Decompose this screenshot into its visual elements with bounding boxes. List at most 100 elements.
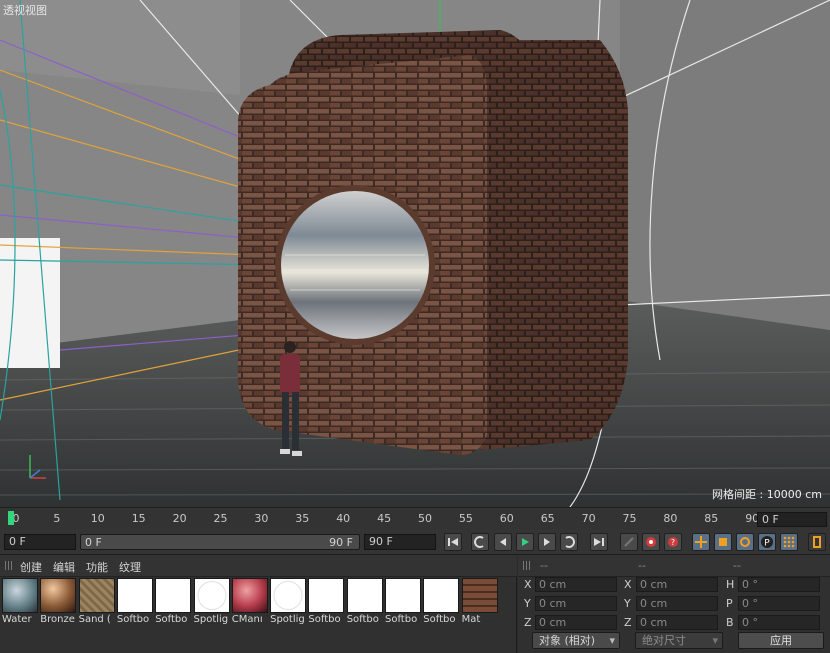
cinema4d-window: 透视视图 网格间距 : 10000 cm 0 5 10 15 20 25 30 35 40 45 5… (0, 0, 830, 653)
coordinate-value-field[interactable]: 0 cm (535, 577, 617, 592)
move-key-button[interactable] (692, 533, 710, 551)
max-frame-field[interactable]: 90 F (364, 534, 436, 550)
brick-material-icon (461, 578, 498, 613)
coordinate-value-field[interactable]: 0 cm (535, 615, 617, 630)
frame-tick-label: 20 (172, 512, 187, 525)
panel-grip-icon[interactable] (5, 561, 14, 570)
material-item[interactable]: Spotlig (193, 577, 232, 625)
frame-tick-label: 40 (336, 512, 351, 525)
material-name: Water (2, 614, 32, 625)
material-name: Sand ( (78, 614, 111, 625)
prev-key-button[interactable] (471, 533, 489, 551)
frame-tick-label: 55 (458, 512, 473, 525)
coordinate-value-field[interactable]: 0 cm (636, 577, 718, 592)
rotate-icon (740, 537, 750, 547)
frame-tick-label: 5 (53, 512, 61, 525)
range-end-label: 90 F (329, 536, 353, 549)
timeline-window-button[interactable] (808, 533, 826, 551)
softbox-material-icon (155, 578, 192, 613)
axis-label: Y (524, 597, 531, 610)
menu-edit[interactable]: 编辑 (53, 559, 75, 575)
material-item[interactable]: Softbo (116, 577, 155, 625)
frame-tick-label: 10 (90, 512, 105, 525)
frame-tick-label: 25 (213, 512, 228, 525)
rotation-header: -- (733, 559, 741, 572)
material-item[interactable]: CManı (231, 577, 270, 625)
frame-ruler[interactable]: 0 5 10 15 20 25 30 35 40 45 50 55 60 65 70 75 80 85 90 (0, 508, 760, 530)
coordinate-value-field[interactable]: 0 ° (738, 596, 820, 611)
material-item[interactable]: Softbo (385, 577, 423, 625)
svg-text:?: ? (671, 538, 675, 547)
size-mode-dropdown[interactable]: 绝对尺寸 ▾ (635, 632, 723, 649)
coordinate-mode-dropdown[interactable]: 对象 (相对) ▾ (532, 632, 620, 649)
go-to-end-button[interactable] (590, 533, 608, 551)
coordinates-header: -- -- -- (518, 555, 830, 577)
coordinate-value-field[interactable]: 0 cm (636, 615, 718, 630)
go-to-start-button[interactable] (444, 533, 462, 551)
transport-bar: 0 F 0 F 90 F 90 F ? P (0, 529, 830, 555)
material-menu-bar: 创建 编辑 功能 纹理 (0, 555, 517, 577)
spotlight-material-icon (270, 578, 307, 613)
apply-button[interactable]: 应用 (738, 632, 824, 649)
material-item[interactable]: Spotlig (270, 577, 308, 625)
material-item[interactable]: Softbo (155, 577, 193, 625)
frame-tick-label: 50 (418, 512, 432, 525)
next-frame-button[interactable] (538, 533, 556, 551)
dope-sheet-button[interactable] (780, 533, 798, 551)
frame-tick-label: 60 (499, 512, 514, 525)
sand-material-icon (78, 578, 115, 613)
material-item[interactable]: Bronze (40, 577, 78, 625)
range-start-label: 0 F (85, 536, 102, 549)
coordinate-value-field[interactable]: 0 cm (636, 596, 718, 611)
softbox-material-icon (423, 578, 460, 613)
axis-label: X (524, 578, 532, 591)
min-frame-field[interactable]: 0 F (4, 534, 76, 550)
position-header: -- (540, 559, 548, 572)
keyframe-selection-button[interactable] (620, 533, 638, 551)
frame-tick-label: 35 (295, 512, 310, 525)
rotate-key-button[interactable] (736, 533, 754, 551)
next-key-button[interactable] (560, 533, 578, 551)
frame-tick-label: 15 (131, 512, 146, 525)
coordinate-value-field[interactable]: 0 ° (738, 615, 820, 630)
axis-label: X (624, 578, 632, 591)
prev-frame-button[interactable] (494, 533, 512, 551)
material-item[interactable]: Softbo (346, 577, 385, 625)
perspective-viewport[interactable]: 透视视图 网格间距 : 10000 cm (0, 0, 830, 507)
menu-create[interactable]: 创建 (20, 559, 42, 575)
key-slash-icon (624, 537, 634, 547)
auto-key-icon: ? (668, 537, 678, 547)
softbox-material-icon (308, 578, 345, 613)
preview-range-slider[interactable]: 0 F 90 F (80, 534, 360, 550)
material-name: Bronze (40, 614, 75, 625)
play-button[interactable] (516, 533, 534, 551)
coordinate-value-field[interactable]: 0 cm (535, 596, 617, 611)
svg-text:P: P (764, 539, 770, 549)
material-name: Softbo (308, 614, 341, 625)
record-button[interactable] (642, 533, 660, 551)
scale-icon (719, 538, 727, 546)
menu-function[interactable]: 功能 (86, 559, 108, 575)
chevron-down-icon: ▾ (609, 634, 615, 647)
param-level-button[interactable]: P (758, 533, 776, 551)
current-frame-field[interactable]: 0 F (757, 512, 827, 527)
playhead-marker[interactable] (8, 511, 14, 525)
panel-grip-icon[interactable] (523, 561, 532, 570)
material-item[interactable]: Mat (461, 577, 500, 625)
material-name: Spotlig (270, 614, 305, 625)
frame-tick-label: 85 (704, 512, 719, 525)
material-item[interactable]: Softbo (308, 577, 346, 625)
grid-spacing-readout: 网格间距 : 10000 cm (712, 488, 822, 501)
viewport-scene (0, 0, 830, 507)
axis-label: Y (624, 597, 631, 610)
menu-texture[interactable]: 纹理 (119, 559, 141, 575)
material-item[interactable]: Water (2, 577, 40, 625)
record-icon (646, 537, 656, 547)
timeline-ruler[interactable]: 0 5 10 15 20 25 30 35 40 45 50 55 60 65 70 75 80 85 90 0 F (0, 507, 830, 529)
prev-key-icon (474, 536, 484, 548)
coordinate-value-field[interactable]: 0 ° (738, 577, 820, 592)
scale-key-button[interactable] (714, 533, 732, 551)
material-item[interactable]: Sand ( (78, 577, 117, 625)
material-item[interactable]: Softbo (423, 577, 461, 625)
auto-key-button[interactable]: ? (664, 533, 682, 551)
